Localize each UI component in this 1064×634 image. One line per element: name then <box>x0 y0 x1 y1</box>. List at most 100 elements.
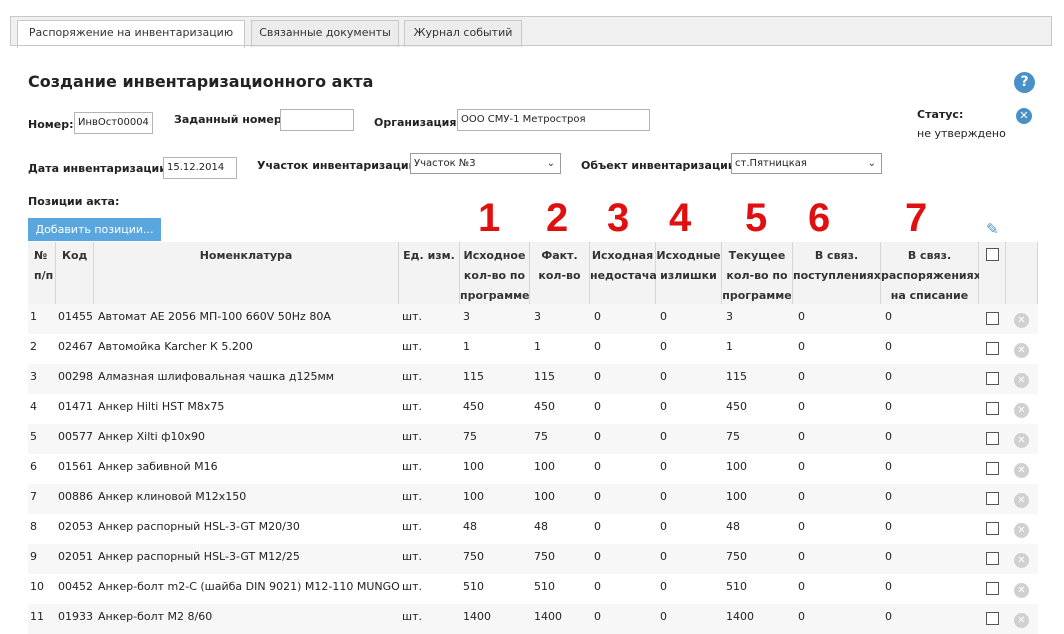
row-name: Автомат АЕ 2056 МП-100 660V 50Hz 80A <box>98 310 331 323</box>
header-line: поступлениях <box>793 269 881 282</box>
header-line: кол-во по <box>463 269 526 282</box>
add-positions-button[interactable]: Добавить позиции... <box>28 218 161 241</box>
select-all-checkbox[interactable] <box>986 248 999 261</box>
row-fact-qty: 100 <box>534 490 555 503</box>
row-checkbox[interactable] <box>986 402 999 415</box>
row-surplus: 0 <box>660 490 667 503</box>
row-fact-qty: 115 <box>534 370 555 383</box>
row-linked-receipts: 0 <box>798 520 805 533</box>
assigned-number-field[interactable] <box>280 109 354 131</box>
organization-field[interactable]: ООО СМУ-1 Метростроя <box>457 109 650 131</box>
header-line: излишки <box>660 269 717 282</box>
delete-icon[interactable]: ✕ <box>1014 493 1029 508</box>
delete-icon[interactable]: ✕ <box>1014 403 1029 418</box>
row-source-qty: 510 <box>463 580 484 593</box>
header-linked-writeoffs: В связ. распоряжениях на списание <box>881 242 981 304</box>
number-field[interactable]: ИнвОст00004 <box>74 112 153 134</box>
row-number: 4 <box>30 400 37 413</box>
row-current-qty: 48 <box>726 520 740 533</box>
header-source-shortage: Исходная недостача <box>590 242 657 304</box>
annotation-5: 5 <box>745 196 768 240</box>
row-name: Анкер распорный HSL-3-GT M12/25 <box>98 550 300 563</box>
pencil-icon[interactable]: ✎ <box>986 220 999 238</box>
row-code: 00577 <box>58 430 93 443</box>
row-shortage: 0 <box>594 400 601 413</box>
row-surplus: 0 <box>660 400 667 413</box>
header-line: недостача <box>590 269 657 282</box>
row-checkbox[interactable] <box>986 492 999 505</box>
date-field[interactable]: 15.12.2014 <box>163 157 237 179</box>
row-checkbox[interactable] <box>986 432 999 445</box>
header-line: Текущее <box>728 249 786 262</box>
delete-icon[interactable]: ✕ <box>1014 463 1029 478</box>
row-checkbox[interactable] <box>986 522 999 535</box>
row-number: 10 <box>30 580 44 593</box>
status-label: Статус: <box>917 108 964 121</box>
row-source-qty: 100 <box>463 460 484 473</box>
row-source-qty: 115 <box>463 370 484 383</box>
row-checkbox[interactable] <box>986 612 999 625</box>
delete-icon[interactable]: ✕ <box>1014 313 1029 328</box>
row-current-qty: 100 <box>726 460 747 473</box>
row-checkbox[interactable] <box>986 342 999 355</box>
header-line: В связ. <box>814 249 859 262</box>
row-fact-qty: 48 <box>534 520 548 533</box>
row-linked-writeoffs: 0 <box>885 340 892 353</box>
row-checkbox[interactable] <box>986 462 999 475</box>
row-checkbox[interactable] <box>986 372 999 385</box>
tab-inventory-order[interactable]: Распоряжение на инвентаризацию <box>17 20 245 48</box>
header-line: Исходное <box>463 249 526 262</box>
table-row: 9 02051 Анкер распорный HSL-3-GT M12/25 шт.… <box>28 544 1038 574</box>
row-current-qty: 75 <box>726 430 740 443</box>
row-fact-qty: 3 <box>534 310 541 323</box>
row-surplus: 0 <box>660 310 667 323</box>
row-shortage: 0 <box>594 520 601 533</box>
object-select[interactable]: ст.Пятницкая ⌄ <box>731 153 882 174</box>
row-name: Анкер клиновой М12х150 <box>98 490 247 503</box>
row-unit: шт. <box>402 370 422 383</box>
header-linked-receipts: В связ. поступлениях <box>793 242 881 304</box>
annotation-7: 7 <box>905 196 928 240</box>
table-row: 10 00452 Анкер-болт m2-C (шайба DIN 9021) … <box>28 574 1038 604</box>
help-icon[interactable]: ? <box>1014 72 1035 93</box>
row-surplus: 0 <box>660 550 667 563</box>
row-fact-qty: 100 <box>534 460 555 473</box>
row-code: 00298 <box>58 370 93 383</box>
header-line: Исходные <box>656 249 721 262</box>
delete-icon[interactable]: ✕ <box>1014 433 1029 448</box>
delete-icon[interactable]: ✕ <box>1014 343 1029 358</box>
row-code: 01471 <box>58 400 93 413</box>
tab-event-log[interactable]: Журнал событий <box>404 20 522 47</box>
header-actions <box>1006 242 1038 304</box>
chevron-down-icon: ⌄ <box>867 158 876 169</box>
tab-related-documents[interactable]: Связанные документы <box>251 20 399 47</box>
close-icon[interactable]: ✕ <box>1016 108 1032 124</box>
row-code: 02467 <box>58 340 93 353</box>
delete-icon[interactable]: ✕ <box>1014 583 1029 598</box>
table-row: 8 02053 Анкер распорный HSL-3-GT M20/30 шт.… <box>28 514 1038 544</box>
table-row: 6 01561 Анкер забивной М16 шт. 100 100 0 0 100 0 0… <box>28 454 1038 484</box>
row-fact-qty: 1 <box>534 340 541 353</box>
row-unit: шт. <box>402 400 422 413</box>
panel-border <box>10 45 1052 46</box>
row-linked-receipts: 0 <box>798 580 805 593</box>
row-current-qty: 115 <box>726 370 747 383</box>
row-linked-receipts: 0 <box>798 550 805 563</box>
section-select-value: Участок №3 <box>414 158 476 169</box>
row-linked-writeoffs: 0 <box>885 580 892 593</box>
row-checkbox[interactable] <box>986 582 999 595</box>
row-linked-writeoffs: 0 <box>885 310 892 323</box>
delete-icon[interactable]: ✕ <box>1014 613 1029 628</box>
header-unit: Ед. изм. <box>399 242 460 304</box>
delete-icon[interactable]: ✕ <box>1014 523 1029 538</box>
tab-bar: Распоряжение на инвентаризацию Связанные… <box>10 16 1052 48</box>
table-row: 4 01471 Анкер Hilti HST M8x75 шт. 450 450 0 0 45… <box>28 394 1038 424</box>
row-surplus: 0 <box>660 520 667 533</box>
row-surplus: 0 <box>660 430 667 443</box>
row-unit: шт. <box>402 520 422 533</box>
section-select[interactable]: Участок №3 ⌄ <box>410 153 561 174</box>
row-checkbox[interactable] <box>986 312 999 325</box>
delete-icon[interactable]: ✕ <box>1014 553 1029 568</box>
row-checkbox[interactable] <box>986 552 999 565</box>
delete-icon[interactable]: ✕ <box>1014 373 1029 388</box>
